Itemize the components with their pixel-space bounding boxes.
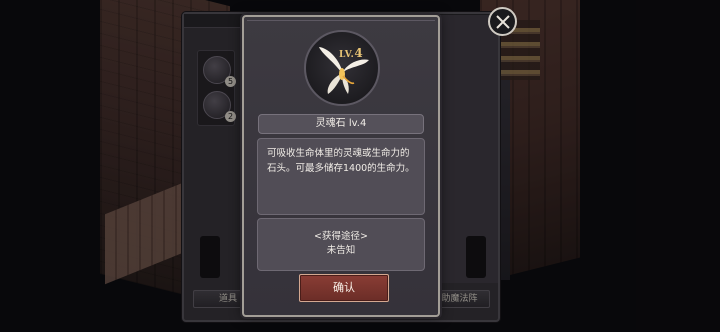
item-description-box: 可吸收生命体里的灵魂或生命力的石头。可最多储存1400的生命力。	[257, 138, 425, 215]
item-icon: LV.4	[304, 30, 380, 106]
butterfly-icon	[319, 47, 369, 94]
item-name: 灵魂石 lv.4	[258, 114, 424, 134]
source-title: <获得途径>	[314, 231, 368, 242]
confirm-button[interactable]: 确认	[299, 274, 389, 302]
close-button[interactable]	[488, 7, 517, 36]
item-source-box: <获得途径> 未告知	[257, 218, 425, 271]
item-detail-dialog: LV.4 灵魂石 lv.4 可吸收生命体里的灵魂或生命力的石头。可最多储存140…	[242, 15, 440, 317]
level-badge: LV.4	[339, 46, 363, 60]
close-icon	[495, 14, 510, 29]
level-value: 4	[354, 46, 364, 60]
source-value: 未告知	[326, 245, 356, 256]
level-prefix: LV.	[339, 50, 355, 60]
item-description: 可吸收生命体里的灵魂或生命力的石头。可最多储存1400的生命力。	[267, 148, 415, 174]
